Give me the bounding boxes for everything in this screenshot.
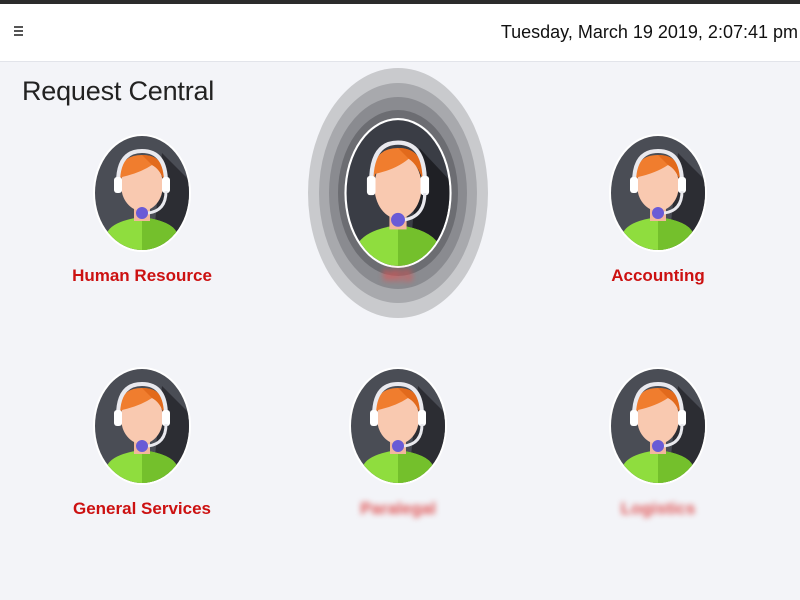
department-label: Human Resource [72, 266, 212, 285]
department-tile-accounting[interactable]: Accounting [558, 118, 758, 286]
department-tile-mis[interactable]: MIS [298, 68, 498, 318]
department-tile-human-resource[interactable]: Human Resource [42, 118, 242, 286]
support-agent-icon [609, 367, 707, 485]
support-agent-icon [349, 367, 447, 485]
support-agent-icon [609, 134, 707, 252]
department-label: MIS [382, 266, 414, 285]
page-title: Request Central [22, 76, 215, 106]
app-header: Tuesday, March 19 2019, 2:07:41 pm [0, 4, 800, 62]
current-datetime: Tuesday, March 19 2019, 2:07:41 pm [500, 22, 798, 42]
support-agent-icon [344, 118, 452, 268]
department-label: Paralegal [360, 499, 436, 518]
department-tile-paralegal[interactable]: Paralegal [298, 351, 498, 519]
department-label: General Services [73, 499, 211, 518]
department-tile-logistics[interactable]: Logistics [558, 351, 758, 519]
support-agent-icon [93, 134, 191, 252]
department-label: Accounting [611, 266, 705, 285]
support-agent-icon [93, 367, 191, 485]
department-label: Logistics [620, 499, 696, 518]
hamburger-icon[interactable] [14, 26, 24, 38]
department-tile-general-services[interactable]: General Services [42, 351, 242, 519]
